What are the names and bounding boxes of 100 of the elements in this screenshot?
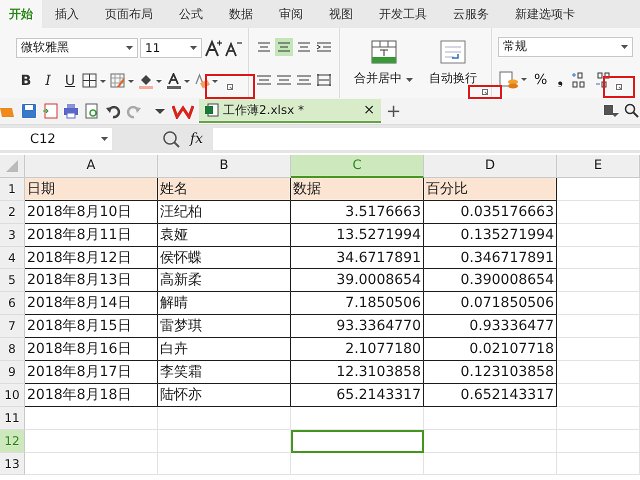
row-header[interactable]: 6 — [0, 292, 25, 316]
row-header[interactable]: 9 — [0, 361, 25, 384]
table-cell: 2018年8月16日 — [25, 338, 158, 362]
caret-icon — [101, 137, 108, 141]
cell-style-icon[interactable] — [110, 72, 136, 88]
table-cell: 2018年8月13日 — [25, 269, 158, 292]
app-logo-icon[interactable] — [172, 103, 194, 119]
ribbon-tab[interactable]: 开发工具 — [366, 0, 440, 28]
table-cell: 0.02107718 — [424, 338, 557, 362]
table-cell: 13.5271994 — [291, 224, 424, 247]
print-preview-icon[interactable] — [84, 103, 100, 119]
merge-cells-icon — [370, 40, 396, 64]
name-box[interactable]: C12 — [0, 128, 112, 150]
percent-button[interactable]: % — [530, 72, 552, 88]
row-header[interactable]: 1 — [0, 178, 25, 201]
table-cell: 3.5176663 — [291, 200, 424, 224]
corner-triangle-icon — [5, 158, 19, 173]
table-cell: 0.035176663 — [424, 200, 557, 224]
borders-icon[interactable] — [82, 72, 108, 88]
caret-icon — [126, 46, 133, 50]
ribbon-tab[interactable]: 数据 — [216, 0, 266, 28]
merge-center-button[interactable]: 合并居中 — [354, 40, 413, 86]
row-header[interactable]: 8 — [0, 338, 25, 362]
table-cell: 0.135271994 — [424, 224, 557, 247]
ribbon-tab[interactable]: 页面布局 — [92, 0, 166, 28]
underline-button[interactable]: U — [60, 72, 80, 88]
font-size-dropdown[interactable]: 11 — [140, 38, 202, 58]
table-cell: 姓名 — [158, 178, 291, 201]
table-cell: 高新柔 — [158, 269, 291, 292]
ribbon-tab[interactable]: 开始 — [0, 0, 42, 28]
table-cell: 数据 — [291, 178, 424, 201]
table-cell: 2.1077180 — [291, 338, 424, 362]
table-cell: 白卉 — [158, 338, 291, 362]
close-tab-button[interactable]: × — [363, 102, 375, 118]
ribbon-tab[interactable]: 云服务 — [440, 0, 502, 28]
ribbon-tab[interactable]: 公式 — [166, 0, 216, 28]
table-cell: 李笑霜 — [158, 361, 291, 384]
currency-icon[interactable] — [498, 70, 528, 90]
table-cell: 39.0008654 — [291, 269, 424, 292]
wrap-text-button[interactable]: 自动换行 — [429, 40, 477, 86]
clear-format-icon[interactable] — [194, 72, 220, 88]
ribbon-tab[interactable]: 视图 — [316, 0, 366, 28]
row-header[interactable]: 4 — [0, 246, 25, 270]
row-header[interactable]: 11 — [0, 406, 25, 430]
table-cell: 2018年8月18日 — [25, 384, 158, 407]
table-cell: 0.071850506 — [424, 292, 557, 316]
table-cell: 雷梦琪 — [158, 315, 291, 338]
caret-icon — [190, 46, 197, 50]
number-format-dropdown[interactable]: 常规 — [498, 36, 633, 56]
wrap-text-icon — [440, 40, 466, 64]
undo-icon[interactable] — [105, 103, 121, 119]
file-tab[interactable]: 工作薄2.xlsx * × — [199, 99, 381, 123]
table-cell: 2018年8月11日 — [25, 224, 158, 247]
table-cell: 百分比 — [424, 178, 557, 201]
table-cell: 解晴 — [158, 292, 291, 316]
table-cell: 65.2143317 — [291, 384, 424, 407]
table-cell: 12.3103858 — [291, 361, 424, 384]
table-cell: 2018年8月17日 — [25, 361, 158, 384]
row-header[interactable]: 2 — [0, 200, 25, 224]
spreadsheet-icon — [205, 103, 219, 117]
dialog-launcher-icon[interactable] — [616, 84, 622, 90]
column-header[interactable]: D — [424, 155, 557, 178]
grow-font-icon[interactable] — [204, 38, 222, 56]
search-icon[interactable] — [624, 103, 640, 119]
italic-button[interactable]: I — [38, 72, 58, 88]
align-icon[interactable] — [275, 38, 293, 56]
comma-button[interactable]: ❟ — [553, 72, 566, 88]
new-tab-button[interactable]: + — [386, 100, 402, 122]
caret-icon — [406, 78, 413, 82]
table-cell: 0.390008654 — [424, 269, 557, 292]
table-cell: 7.1850506 — [291, 292, 424, 316]
function-button[interactable]: fx — [190, 131, 204, 147]
row-header[interactable]: 5 — [0, 269, 25, 292]
row-header[interactable]: 10 — [0, 384, 25, 407]
print-icon[interactable] — [63, 103, 79, 119]
ribbon-tab[interactable]: 新建选项卡 — [502, 0, 588, 28]
dialog-launcher-icon[interactable] — [482, 89, 488, 95]
ribbon-tab[interactable]: 审阅 — [266, 0, 316, 28]
column-header[interactable]: E — [557, 155, 640, 178]
zoom-icon[interactable] — [162, 130, 180, 148]
window-menu-icon[interactable] — [603, 103, 619, 119]
save-icon[interactable] — [21, 103, 37, 119]
row-header[interactable]: 3 — [0, 224, 25, 247]
formula-input[interactable] — [213, 128, 640, 150]
caret-icon — [621, 44, 628, 48]
table-cell: 2018年8月10日 — [25, 200, 158, 224]
column-header[interactable]: B — [158, 155, 291, 178]
row-header[interactable]: 7 — [0, 315, 25, 338]
table-cell: 侯怀蝶 — [158, 246, 291, 270]
merge-label: 合并居中 — [354, 70, 402, 84]
export-pdf-icon[interactable] — [42, 103, 58, 119]
ribbon-tab[interactable]: 插入 — [42, 0, 92, 28]
font-dropdown[interactable]: 微软雅黑 — [16, 38, 138, 58]
fill-color-icon[interactable] — [138, 72, 164, 88]
row-header[interactable]: 13 — [0, 452, 25, 476]
dialog-launcher-icon[interactable] — [227, 84, 233, 90]
column-header[interactable]: A — [25, 155, 158, 178]
table-cell: 2018年8月14日 — [25, 292, 158, 316]
font-color-icon[interactable] — [166, 72, 192, 88]
bold-button[interactable]: B — [16, 72, 36, 88]
